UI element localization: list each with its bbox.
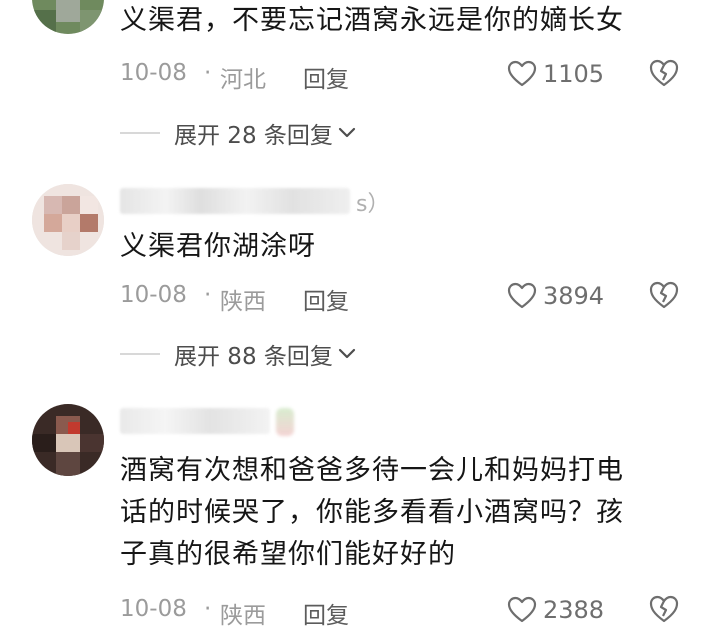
separator-dot: · bbox=[204, 596, 212, 622]
username-tail: s） bbox=[356, 192, 390, 217]
like-count: 1105 bbox=[543, 60, 605, 88]
comment-date: 10-08 bbox=[120, 282, 187, 308]
expand-replies-label: 展开 88 条回复 bbox=[174, 344, 333, 370]
like-count: 3894 bbox=[543, 282, 605, 310]
expand-replies-label: 展开 28 条回复 bbox=[174, 123, 333, 149]
broken-heart-icon[interactable] bbox=[648, 57, 680, 89]
comment-meta: 10-08 · 河北 回复 1105 bbox=[120, 56, 719, 94]
broken-heart-icon[interactable] bbox=[648, 279, 680, 311]
separator-dot: · bbox=[204, 282, 212, 308]
comment-region: 陕西 bbox=[220, 289, 266, 315]
heart-outline-icon bbox=[507, 60, 537, 87]
comment-text-line: 子真的很希望你们能好好的 bbox=[120, 539, 456, 570]
avatar-image bbox=[32, 404, 104, 476]
comment-meta: 10-08 · 陕西 回复 3894 bbox=[120, 278, 719, 316]
like-button[interactable]: 2388 bbox=[507, 592, 604, 628]
expand-replies-button[interactable]: 展开 28 条回复 bbox=[120, 116, 357, 150]
username-sticker-blurred bbox=[276, 408, 294, 436]
avatar-image bbox=[32, 184, 104, 256]
like-button[interactable]: 1105 bbox=[507, 56, 604, 92]
divider-line bbox=[120, 353, 160, 355]
comment-region: 河北 bbox=[220, 67, 266, 93]
chevron-down-icon bbox=[338, 348, 355, 359]
reply-button[interactable]: 回复 bbox=[303, 282, 349, 316]
avatar[interactable] bbox=[32, 184, 104, 256]
divider-line bbox=[120, 132, 160, 134]
comment-text: 酒窝有次想和爸爸多待一会儿和妈妈打电 话的时候哭了，你能多看看小酒窝吗？孩 子真… bbox=[120, 450, 690, 576]
separator-dot: · bbox=[204, 60, 212, 86]
avatar[interactable] bbox=[32, 404, 104, 476]
broken-heart-icon[interactable] bbox=[648, 593, 680, 625]
comment-region: 陕西 bbox=[220, 603, 266, 629]
avatar[interactable] bbox=[32, 0, 104, 34]
expand-replies-button[interactable]: 展开 88 条回复 bbox=[120, 337, 357, 371]
comment-text-line: 话的时候哭了，你能多看看小酒窝吗？孩 bbox=[120, 497, 624, 528]
comment-date: 10-08 bbox=[120, 596, 187, 622]
username-blurred[interactable] bbox=[120, 408, 270, 434]
heart-outline-icon bbox=[507, 282, 537, 309]
chevron-down-icon bbox=[338, 127, 355, 138]
avatar-image bbox=[32, 0, 104, 34]
comment-text-line: 酒窝有次想和爸爸多待一会儿和妈妈打电 bbox=[120, 455, 624, 486]
like-button[interactable]: 3894 bbox=[507, 278, 604, 314]
comment-date: 10-08 bbox=[120, 60, 187, 86]
heart-outline-icon bbox=[507, 596, 537, 623]
comment-text: 义渠君，不要忘记酒窝永远是你的嫡长女 bbox=[120, 5, 624, 36]
like-count: 2388 bbox=[543, 596, 605, 624]
comment-text: 义渠君你湖涂呀 bbox=[120, 231, 316, 262]
reply-button[interactable]: 回复 bbox=[303, 596, 349, 630]
reply-button[interactable]: 回复 bbox=[303, 60, 349, 94]
comment-meta: 10-08 · 陕西 回复 2388 bbox=[120, 592, 719, 630]
username-blurred[interactable] bbox=[120, 188, 350, 214]
